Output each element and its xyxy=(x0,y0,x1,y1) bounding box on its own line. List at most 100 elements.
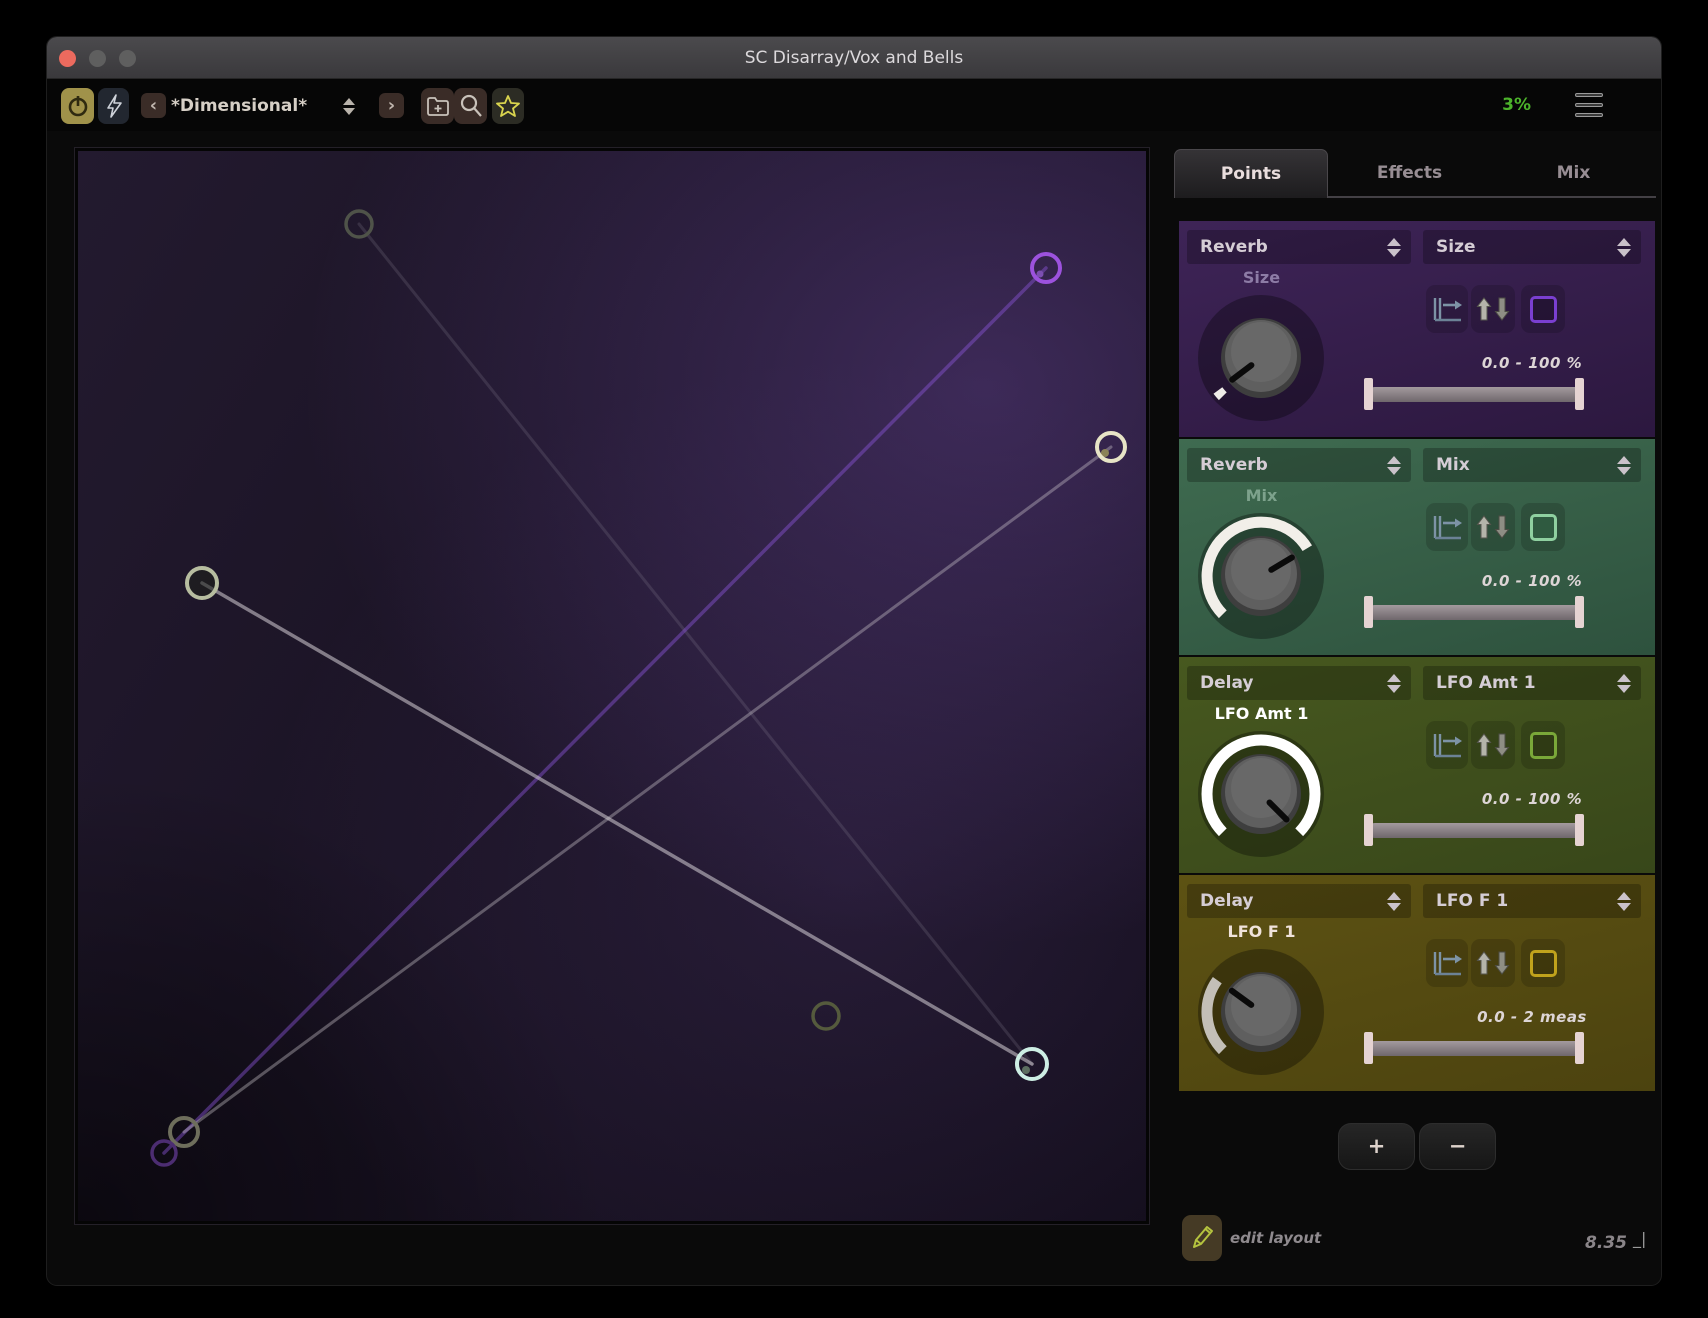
pad-node-dot xyxy=(1037,271,1044,278)
param-knob[interactable] xyxy=(1176,491,1346,661)
bypass-button[interactable] xyxy=(98,88,129,124)
preset-prev-button[interactable]: ‹ xyxy=(141,93,166,118)
pad-link-line xyxy=(164,268,1046,1153)
param-knob[interactable] xyxy=(1176,709,1346,879)
knob-highlight xyxy=(1231,976,1291,1036)
mod-invert-button[interactable] xyxy=(1471,721,1515,769)
range-slider-min-handle[interactable] xyxy=(1364,378,1373,410)
effect-select[interactable]: Reverb xyxy=(1187,230,1411,264)
mod-invert-button[interactable] xyxy=(1471,503,1515,551)
mod-color-swatch-inner xyxy=(1530,950,1557,977)
effect-select[interactable]: Delay xyxy=(1187,884,1411,918)
select-arrows-icon xyxy=(1617,456,1631,475)
param-select-label: Mix xyxy=(1436,455,1470,475)
range-slider[interactable] xyxy=(1364,595,1586,629)
select-arrows-icon xyxy=(1617,892,1631,911)
power-icon xyxy=(66,93,90,119)
range-slider-track xyxy=(1368,387,1582,402)
range-slider[interactable] xyxy=(1364,1031,1586,1065)
range-slider[interactable] xyxy=(1364,377,1586,411)
ramp-curve-icon xyxy=(1430,295,1464,323)
range-slider-min-handle[interactable] xyxy=(1364,814,1373,846)
arrow-down-icon xyxy=(343,108,355,115)
select-arrows-icon xyxy=(1617,674,1631,693)
search-icon xyxy=(458,93,484,119)
range-slider-max-handle[interactable] xyxy=(1575,596,1584,628)
range-slider-min-handle[interactable] xyxy=(1364,596,1373,628)
search-presets-button[interactable] xyxy=(454,88,487,124)
menu-button[interactable] xyxy=(1575,93,1603,117)
plugin-window: SC Disarray/Vox and Bells ‹ *Dimensional… xyxy=(46,36,1662,1286)
remove-point-button[interactable]: − xyxy=(1419,1123,1496,1170)
mod-invert-button[interactable] xyxy=(1471,939,1515,987)
ramp-curve-icon xyxy=(1430,949,1464,977)
mod-color-swatch-inner xyxy=(1530,296,1557,323)
up-down-arrows-icon xyxy=(1476,950,1510,976)
mod-slot-reverb-size: Reverb Size Size xyxy=(1179,221,1655,437)
tab-mix[interactable]: Mix xyxy=(1491,149,1656,198)
preset-browse-arrows[interactable] xyxy=(343,98,355,115)
mod-color-swatch-button[interactable] xyxy=(1521,503,1565,551)
param-knob[interactable] xyxy=(1176,927,1346,1097)
xy-pad[interactable] xyxy=(75,148,1149,1224)
mod-curve-button[interactable] xyxy=(1426,285,1468,333)
pad-node[interactable] xyxy=(813,1003,839,1029)
select-arrows-icon xyxy=(1387,456,1401,475)
effect-select[interactable]: Reverb xyxy=(1187,448,1411,482)
param-select[interactable]: Size xyxy=(1423,230,1641,264)
range-slider-max-handle[interactable] xyxy=(1575,378,1584,410)
mod-color-swatch-inner xyxy=(1530,732,1557,759)
range-slider-track xyxy=(1368,605,1582,620)
up-down-arrows-icon xyxy=(1476,514,1510,540)
param-select-label: Size xyxy=(1436,237,1476,257)
mod-color-swatch-button[interactable] xyxy=(1521,721,1565,769)
resize-corner-icon: _| xyxy=(1633,1229,1646,1248)
range-slider-max-handle[interactable] xyxy=(1575,1032,1584,1064)
effect-select-label: Reverb xyxy=(1200,237,1268,257)
param-select[interactable]: LFO F 1 xyxy=(1423,884,1641,918)
folder-plus-icon xyxy=(425,94,451,118)
tab-points[interactable]: Points xyxy=(1174,149,1328,198)
preset-name[interactable]: *Dimensional* xyxy=(171,91,341,121)
param-select[interactable]: Mix xyxy=(1423,448,1641,482)
toolbar: ‹ *Dimensional* › 3% xyxy=(47,79,1661,131)
param-knob[interactable] xyxy=(1176,273,1346,443)
mod-color-swatch-button[interactable] xyxy=(1521,285,1565,333)
mod-curve-button[interactable] xyxy=(1426,721,1468,769)
preset-next-button[interactable]: › xyxy=(379,93,404,118)
favorite-button[interactable] xyxy=(492,88,524,124)
pad-graph xyxy=(78,151,1146,1221)
mod-color-swatch-inner xyxy=(1530,514,1557,541)
edit-layout-button[interactable] xyxy=(1182,1215,1222,1261)
mod-slot-reverb-mix: Reverb Mix Mix xyxy=(1179,439,1655,655)
range-slider-min-handle[interactable] xyxy=(1364,1032,1373,1064)
mod-curve-button[interactable] xyxy=(1426,503,1468,551)
range-readout: 0.0 - 100 % xyxy=(1423,790,1641,808)
cpu-meter: 3% xyxy=(1451,91,1531,119)
save-preset-button[interactable] xyxy=(421,88,454,124)
pad-node[interactable] xyxy=(187,568,217,598)
range-slider-max-handle[interactable] xyxy=(1575,814,1584,846)
mod-curve-button[interactable] xyxy=(1426,939,1468,987)
edit-layout-label: edit layout xyxy=(1230,1227,1430,1249)
ramp-curve-icon xyxy=(1430,731,1464,759)
param-select[interactable]: LFO Amt 1 xyxy=(1423,666,1641,700)
knob-highlight xyxy=(1231,758,1291,818)
param-select-label: LFO F 1 xyxy=(1436,891,1508,911)
ramp-curve-icon xyxy=(1430,513,1464,541)
arrow-up-icon xyxy=(343,98,355,105)
range-slider[interactable] xyxy=(1364,813,1586,847)
pad-link-line xyxy=(359,224,1032,1064)
mod-invert-button[interactable] xyxy=(1471,285,1515,333)
range-slider-track xyxy=(1368,823,1582,838)
tab-effects[interactable]: Effects xyxy=(1328,149,1491,198)
power-button[interactable] xyxy=(61,88,94,124)
mod-color-swatch-button[interactable] xyxy=(1521,939,1565,987)
mod-slot-delay-lfoamt: Delay LFO Amt 1 LFO Amt 1 xyxy=(1179,657,1655,873)
range-readout: 0.0 - 2 meas xyxy=(1423,1008,1641,1026)
add-point-button[interactable]: + xyxy=(1338,1123,1415,1170)
menu-icon xyxy=(1575,93,1603,97)
knob-value-arc xyxy=(1218,391,1223,397)
pencil-icon xyxy=(1188,1223,1216,1253)
effect-select[interactable]: Delay xyxy=(1187,666,1411,700)
